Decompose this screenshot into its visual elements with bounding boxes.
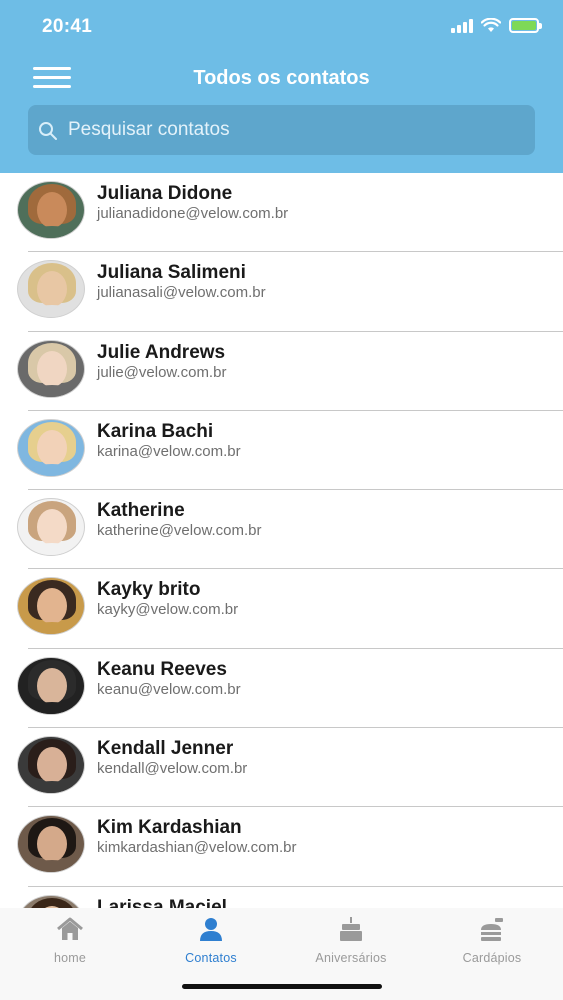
contact-row[interactable]: Kendall Jenner kendall@velow.com.br <box>0 728 563 808</box>
contact-name: Kim Kardashian <box>97 817 242 839</box>
avatar <box>17 260 85 319</box>
contact-email: keanu@velow.com.br <box>97 680 241 698</box>
page-title: Todos os contatos <box>193 67 370 89</box>
tab-cardapios[interactable]: Cardápios <box>442 916 542 976</box>
contact-row[interactable]: Keanu Reeves keanu@velow.com.br <box>0 649 563 729</box>
home-indicator <box>182 984 382 989</box>
contact-name: Katherine <box>97 500 185 522</box>
tab-aniversarios[interactable]: Aniversários <box>301 916 401 976</box>
avatar <box>17 181 85 239</box>
contact-email: julianadidone@velow.com.br <box>97 205 289 222</box>
contact-row[interactable]: Larissa Maciel <box>0 887 563 908</box>
contact-name: Karina Bachi <box>97 420 214 442</box>
contact-row[interactable]: Juliana Salimeni julianasali@velow.com.br <box>0 252 563 332</box>
tab-contatos[interactable]: Contatos <box>161 916 261 976</box>
contact-email: karina@velow.com.br <box>97 442 241 460</box>
contact-email: julianasali@velow.com.br <box>97 284 266 302</box>
status-icons <box>451 18 542 33</box>
search-input[interactable] <box>68 105 523 155</box>
avatar <box>17 418 85 477</box>
tab-aniversarios-label: Aniversários <box>315 951 387 965</box>
contact-name: Julie Andrews <box>97 341 226 363</box>
contact-name: Larissa Maciel <box>97 896 227 908</box>
food-icon <box>481 918 503 941</box>
contact-row[interactable]: Kayky brito kayky@velow.com.br <box>0 569 563 649</box>
search-icon <box>39 122 57 140</box>
tab-home-label: home <box>53 951 87 965</box>
contact-row[interactable]: Kim Kardashian kimkardashian@velow.com.br <box>0 807 563 887</box>
contact-email: katherine@velow.com.br <box>97 522 262 540</box>
contact-email: julie@velow.com.br <box>97 363 227 381</box>
app-header: 20:41 Todos os contatos <box>0 0 563 173</box>
avatar <box>17 894 85 908</box>
avatar <box>17 736 85 795</box>
cellular-signal-icon <box>451 18 473 33</box>
avatar <box>17 656 85 715</box>
avatar <box>17 815 85 874</box>
contact-email: kendall@velow.com.br <box>97 760 248 778</box>
status-time: 20:41 <box>42 16 93 37</box>
avatar <box>17 577 85 636</box>
contact-row[interactable]: Katherine katherine@velow.com.br <box>0 490 563 570</box>
contact-name: Juliana Salimeni <box>97 262 246 284</box>
contact-list[interactable]: Juliana Didone julianadidone@velow.com.br… <box>0 173 563 908</box>
contact-row[interactable]: Juliana Didone julianadidone@velow.com.br <box>0 173 563 253</box>
contact-email: kayky@velow.com.br <box>97 601 239 619</box>
contact-row[interactable]: Karina Bachi karina@velow.com.br <box>0 411 563 491</box>
contact-name: Kayky brito <box>97 579 201 601</box>
avatar <box>17 498 85 557</box>
contact-name: Juliana Didone <box>97 183 233 204</box>
wifi-icon <box>481 18 501 32</box>
tab-cardapios-label: Cardápios <box>462 951 522 965</box>
house-icon <box>57 917 83 940</box>
avatar <box>17 339 85 398</box>
contact-row[interactable]: Julie Andrews julie@velow.com.br <box>0 332 563 411</box>
tab-contatos-label: Contatos <box>185 951 237 965</box>
person-icon <box>200 918 222 941</box>
battery-icon <box>509 18 542 33</box>
search-bar[interactable] <box>28 105 535 155</box>
contact-name: Kendall Jenner <box>97 738 234 760</box>
contact-email: kimkardashian@velow.com.br <box>97 839 297 857</box>
cake-icon <box>340 917 362 941</box>
tab-home[interactable]: home <box>20 916 120 976</box>
contact-name: Keanu Reeves <box>97 658 227 680</box>
